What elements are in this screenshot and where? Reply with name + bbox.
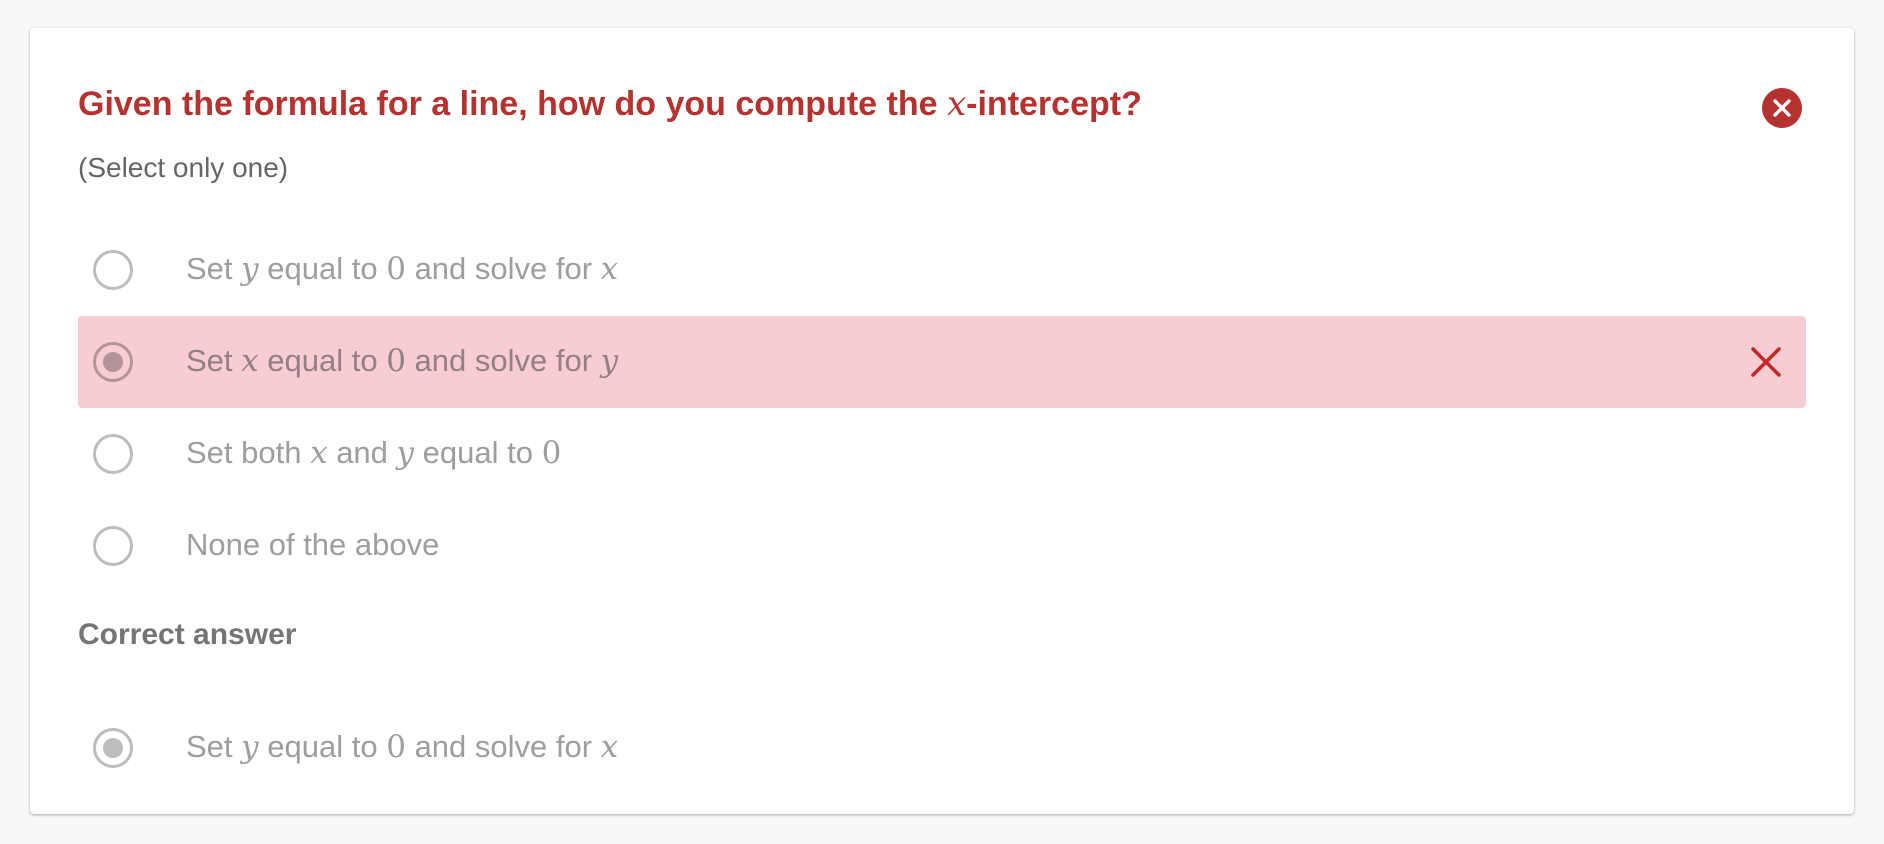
radio-button[interactable] [93,250,133,290]
correct-answer-label: Set y equal to 0 and solve for x [186,729,619,765]
select-instruction: (Select only one) [78,152,289,183]
question-text-suffix: -intercept? [966,85,1142,123]
close-circle-icon [1773,99,1791,117]
radio-button-selected[interactable] [93,342,133,382]
correct-answer-row: Set y equal to 0 and solve for x [78,702,1806,794]
question-math-variable: x [946,84,967,124]
radio-selected-dot [103,352,123,372]
question-card: Given the formula for a line, how do you… [30,28,1854,814]
correct-answer-heading: Correct answer [78,618,297,651]
close-button[interactable] [1762,88,1802,128]
x-mark-icon [1751,347,1781,377]
option-3[interactable]: Set both x and y equal to 0 [78,408,1806,500]
question-title: Given the formula for a line, how do you… [78,84,1142,124]
radio-button[interactable] [93,526,133,566]
radio-button[interactable] [93,434,133,474]
question-text-prefix: Given the formula for a line, how do you… [78,85,947,123]
option-2[interactable]: Set x equal to 0 and solve for y [78,316,1806,408]
option-1[interactable]: Set y equal to 0 and solve for x [78,224,1806,316]
option-label: None of the above [186,527,440,562]
radio-button-correct [93,728,133,768]
radio-selected-dot [103,738,123,758]
option-4[interactable]: None of the above [78,500,1806,592]
option-label: Set y equal to 0 and solve for x [186,251,619,287]
option-label: Set x equal to 0 and solve for y [186,343,619,379]
option-label: Set both x and y equal to 0 [186,435,562,471]
